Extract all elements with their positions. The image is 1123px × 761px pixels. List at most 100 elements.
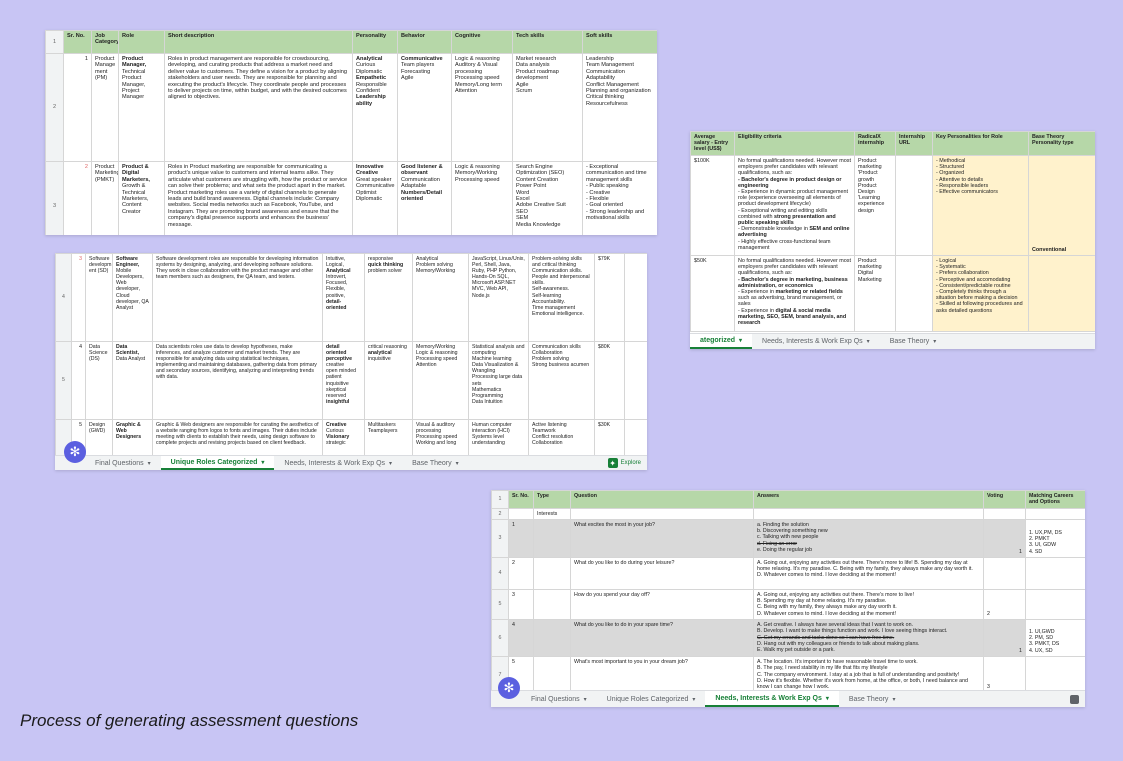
cell-role[interactable]: Software Engineer, Mobile Developers, We… (112, 253, 153, 342)
col-header[interactable]: Eligibility criteria (734, 131, 855, 156)
cell-question[interactable]: How do you spend your day off? (570, 588, 754, 621)
cell-category[interactable]: Data Science (DS) (85, 341, 113, 420)
cell-behavior[interactable]: Communicative Team players Forecasting Ag… (397, 53, 452, 162)
col-header[interactable]: RadicalX internship (854, 131, 896, 156)
cell-question[interactable]: What do you like to do in your spare tim… (570, 619, 754, 658)
cell-tech[interactable]: Search Engine Optimization (SEO) Content… (512, 161, 583, 235)
cell-tech[interactable]: Market research Data analysis Product ro… (512, 53, 583, 162)
cell-matching[interactable] (1025, 588, 1085, 621)
cell-behavior[interactable]: Good listener & observant Communication A… (397, 161, 452, 235)
cell-sr[interactable]: 3 (71, 253, 86, 342)
tab-final-questions[interactable]: Final Questions ▾ (521, 691, 597, 707)
cell-matching[interactable] (1025, 656, 1085, 694)
cell-voting[interactable]: 2 (983, 588, 1026, 621)
tab-base-theory[interactable]: Base Theory ▾ (402, 456, 469, 470)
cell-question[interactable] (570, 507, 754, 520)
cell-salary[interactable]: $50K (690, 255, 735, 332)
col-header[interactable]: Voting (983, 490, 1026, 509)
cell-question[interactable]: What excites the most in your job? (570, 518, 754, 558)
assistant-fab-icon[interactable]: ✻ (64, 441, 86, 463)
col-header[interactable]: Short description (164, 30, 353, 54)
col-header[interactable]: Answers (753, 490, 984, 509)
cell-answers[interactable]: a. Finding the solution b. Discovering s… (753, 518, 984, 558)
col-header[interactable]: Sr. No. (63, 30, 92, 54)
cell-answers[interactable] (753, 507, 984, 520)
cell-empty[interactable] (624, 253, 647, 342)
tab-base-theory[interactable]: Base Theory ▾ (839, 691, 906, 707)
cell-answers[interactable]: A. Going out, enjoying any activities ou… (753, 588, 984, 621)
cell-matching[interactable] (1025, 556, 1085, 590)
cell-type[interactable] (533, 656, 571, 694)
cell-description[interactable]: Data scientists roles use data to develo… (152, 341, 323, 420)
cell-voting[interactable] (983, 556, 1026, 590)
cell-description[interactable]: Roles in product management are responsi… (164, 53, 353, 162)
cell-role[interactable]: Product & Digital Marketers, Growth & Te… (118, 161, 165, 235)
cell-sr[interactable]: 4 (508, 619, 534, 658)
cell-key-personalities[interactable]: - Methodical - Structured - Organized - … (932, 155, 1029, 256)
cell-sr[interactable]: 1 (63, 53, 92, 162)
tab-needs-interests[interactable]: Needs, Interests & Work Exp Qs ▾ (705, 691, 839, 707)
cell-personality[interactable]: Innovative Creative Great speaker Communi… (352, 161, 398, 235)
cell-behavior[interactable]: responsive quick thinking problem solver (364, 253, 413, 342)
cell-soft[interactable]: Communication skills Collaboration Probl… (528, 341, 595, 420)
cell-description[interactable]: Software development roles are responsib… (152, 253, 323, 342)
cell-cognitive[interactable]: Analytical Problem solving Memory/Workin… (412, 253, 469, 342)
cell-sr[interactable]: 1 (508, 518, 534, 558)
cell-role[interactable]: Product Manager, Technical Product Manag… (118, 53, 165, 162)
cell-internship[interactable]: Product marketing Digital Marketing (854, 255, 896, 332)
col-header[interactable]: Behavior (397, 30, 452, 54)
tab-needs-interests[interactable]: Needs, Interests & Work Exp Qs ▾ (752, 334, 880, 349)
cell-role[interactable]: Data Scientist, Data Analyst (112, 341, 153, 420)
cell-voting[interactable] (983, 507, 1026, 520)
cell-sr[interactable] (508, 507, 534, 520)
cell-type[interactable] (533, 518, 571, 558)
cell-eligibility[interactable]: No formal qualifications needed. However… (734, 255, 855, 332)
col-header[interactable]: Question (570, 490, 754, 509)
cell-tech[interactable]: JavaScript, Linux/Unix, Perl, Shell, Jav… (468, 253, 529, 342)
col-header[interactable]: Internship URL (895, 131, 933, 156)
cell-answers[interactable]: A. Get creative. I always have several i… (753, 619, 984, 658)
cell-voting[interactable]: 1 (983, 619, 1026, 658)
cell-type[interactable] (533, 588, 571, 621)
col-header[interactable]: Key Personalities for Role (932, 131, 1029, 156)
cell-soft[interactable]: - Exceptional communication and time man… (582, 161, 657, 235)
cell-category[interactable]: Product Marketing (PMKT) (91, 161, 119, 235)
cell-key-personalities[interactable]: - Logical - Systematic - Prefers collabo… (932, 255, 1029, 332)
cell-empty[interactable] (624, 341, 647, 420)
cell-category[interactable]: Software developm ent (SD) (85, 253, 113, 342)
tab-needs-interests[interactable]: Needs, Interests & Work Exp Qs ▾ (274, 456, 402, 470)
cell-soft[interactable]: Problem-solving skills and critical thin… (528, 253, 595, 342)
col-header[interactable]: Personality (352, 30, 398, 54)
cell-salary[interactable]: $80K (594, 341, 625, 420)
cell-sr[interactable]: 4 (71, 341, 86, 420)
cell-personality[interactable]: detail oriented perceptive creative open … (322, 341, 365, 420)
cell-base-theory[interactable] (1028, 255, 1095, 332)
cell-answers[interactable]: A. The location. It's important to have … (753, 656, 984, 694)
cell-type[interactable] (533, 619, 571, 658)
col-header[interactable]: Job Category (91, 30, 119, 54)
cell-eligibility[interactable]: No formal qualifications needed. However… (734, 155, 855, 256)
col-header[interactable]: Sr. No. (508, 490, 534, 509)
tab-unique-roles[interactable]: Unique Roles Categorized ▾ (597, 691, 706, 707)
tab-base-theory[interactable]: Base Theory ▾ (880, 334, 947, 349)
cell-answers[interactable]: A. Going out, enjoying any activities ou… (753, 556, 984, 590)
cell-url[interactable] (895, 155, 933, 256)
col-header[interactable]: Type (533, 490, 571, 509)
cell-category[interactable]: Product Manage ment (PM) (91, 53, 119, 162)
cell-behavior[interactable]: critical reasoning analytical inquisitive (364, 341, 413, 420)
col-header[interactable]: Soft skills (582, 30, 657, 54)
col-header[interactable]: Base Theory Personality type (1028, 131, 1095, 156)
cell-base-theory[interactable]: Conventional (1028, 155, 1095, 256)
cell-sr[interactable]: 2 (508, 556, 534, 590)
cell-salary[interactable]: $79K (594, 253, 625, 342)
cell-voting[interactable]: 1 (983, 518, 1026, 558)
col-header[interactable]: Average salary - Entry level (US$) (690, 131, 735, 156)
cell-tech[interactable]: Statistical analysis and computing Machi… (468, 341, 529, 420)
cell-cognitive[interactable]: Logic & reasoning Memory/Working Process… (451, 161, 513, 235)
cell-soft[interactable]: Leadership Team Management Communication… (582, 53, 657, 162)
cell-personality[interactable]: Intuitive, Logical, Analytical Introvert, … (322, 253, 365, 342)
cell-matching[interactable]: 1. UI,GWD 2. PM, SD 3. PMKT, DS 4. UX, S… (1025, 619, 1085, 658)
cell-question[interactable]: What do you like to do during your leisu… (570, 556, 754, 590)
cell-internship[interactable]: Product marketing 'Product growth Produc… (854, 155, 896, 256)
cell-voting[interactable]: 3 (983, 656, 1026, 694)
